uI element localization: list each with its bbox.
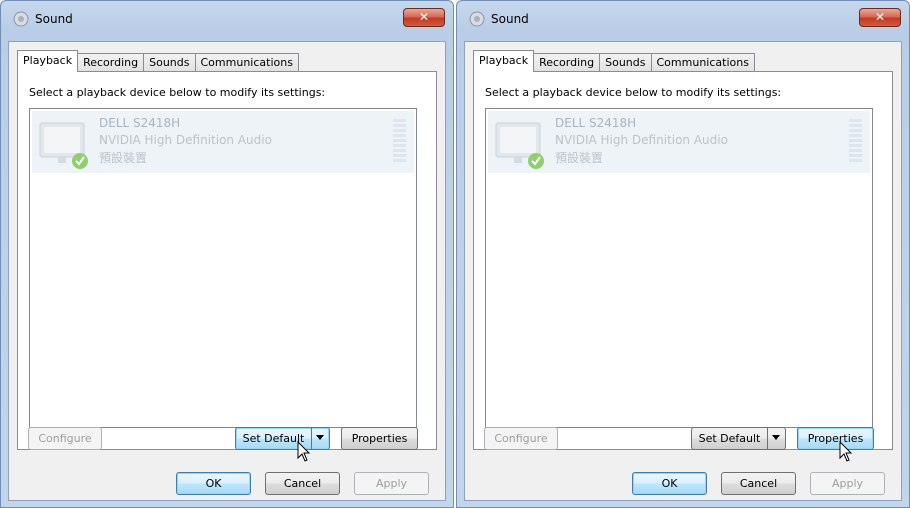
dialog-client: Playback Recording Sounds Communications… [464, 41, 902, 501]
title-bar[interactable]: Sound ✕ [457, 1, 909, 41]
close-button[interactable]: ✕ [859, 8, 901, 27]
monitor-speaker-icon [495, 122, 544, 169]
device-list[interactable]: DELL S2418H NVIDIA High Definition Audio… [29, 108, 417, 428]
properties-button[interactable]: Properties [341, 427, 418, 450]
cancel-label: Cancel [739, 477, 778, 490]
ok-button[interactable]: OK [176, 472, 251, 495]
configure-label: Configure [494, 432, 548, 445]
device-status: 預設裝置 [99, 151, 148, 165]
set-default-dropdown[interactable] [767, 428, 785, 449]
tab-sounds[interactable]: Sounds [143, 53, 196, 72]
tab-playback[interactable]: Playback [473, 50, 535, 72]
apply-label: Apply [831, 477, 864, 490]
device-status: 預設裝置 [555, 151, 604, 165]
playback-panel: Select a playback device below to modify… [17, 71, 437, 450]
cancel-button[interactable]: Cancel [721, 472, 796, 495]
tab-strip: Playback Recording Sounds Communications [473, 50, 755, 72]
properties-label: Properties [351, 432, 408, 445]
apply-label: Apply [375, 477, 408, 490]
configure-label: Configure [38, 432, 92, 445]
dialog-client: Playback Recording Sounds Communications… [8, 41, 446, 501]
window-title: Sound [491, 12, 529, 26]
configure-button[interactable]: Configure [28, 427, 102, 450]
set-default-dropdown[interactable] [311, 428, 329, 449]
device-row-dell-s2418h[interactable]: DELL S2418H NVIDIA High Definition Audio… [32, 111, 414, 173]
device-list[interactable]: DELL S2418H NVIDIA High Definition Audio… [485, 108, 873, 428]
sound-dialog-right: Sound ✕ Playback Recording Sounds Commun… [456, 0, 910, 508]
apply-button[interactable]: Apply [354, 472, 429, 495]
device-name: DELL S2418H [555, 116, 637, 130]
set-default-button[interactable]: Set Default [691, 427, 786, 450]
configure-button[interactable]: Configure [484, 427, 558, 450]
volume-level-meter [393, 119, 406, 165]
set-default-button[interactable]: Set Default [235, 427, 330, 450]
tab-recording[interactable]: Recording [533, 53, 601, 72]
playback-panel: Select a playback device below to modify… [473, 71, 893, 450]
ok-button[interactable]: OK [632, 472, 707, 495]
instruction-text: Select a playback device below to modify… [485, 86, 782, 99]
set-default-label: Set Default [698, 432, 761, 445]
tab-recording[interactable]: Recording [77, 53, 145, 72]
device-name: DELL S2418H [99, 116, 181, 130]
title-bar[interactable]: Sound ✕ [1, 1, 453, 41]
volume-level-meter [849, 119, 862, 165]
tab-strip: Playback Recording Sounds Communications [17, 50, 299, 72]
speaker-icon [13, 11, 29, 27]
cancel-label: Cancel [283, 477, 322, 490]
device-description: NVIDIA High Definition Audio [99, 133, 272, 147]
device-description: NVIDIA High Definition Audio [555, 133, 728, 147]
tab-sounds[interactable]: Sounds [599, 53, 652, 72]
instruction-text: Select a playback device below to modify… [29, 86, 326, 99]
apply-button[interactable]: Apply [810, 472, 885, 495]
window-title: Sound [35, 12, 73, 26]
mouse-pointer-icon [297, 441, 311, 462]
properties-button[interactable]: Properties [797, 427, 874, 450]
tab-playback[interactable]: Playback [17, 50, 79, 72]
tab-communications[interactable]: Communications [650, 53, 755, 72]
ok-label: OK [205, 477, 222, 490]
ok-label: OK [661, 477, 678, 490]
sound-dialog-left: Sound ✕ Playback Recording Sounds Commun… [0, 0, 454, 508]
properties-label: Properties [807, 432, 864, 445]
speaker-icon [469, 11, 485, 27]
chevron-down-icon [316, 435, 324, 440]
mouse-pointer-icon [839, 441, 853, 462]
tab-communications[interactable]: Communications [194, 53, 299, 72]
chevron-down-icon [772, 435, 780, 440]
monitor-speaker-icon [39, 122, 88, 169]
close-button[interactable]: ✕ [403, 8, 445, 27]
cancel-button[interactable]: Cancel [265, 472, 340, 495]
device-row-dell-s2418h[interactable]: DELL S2418H NVIDIA High Definition Audio… [488, 111, 870, 173]
set-default-label: Set Default [242, 432, 305, 445]
